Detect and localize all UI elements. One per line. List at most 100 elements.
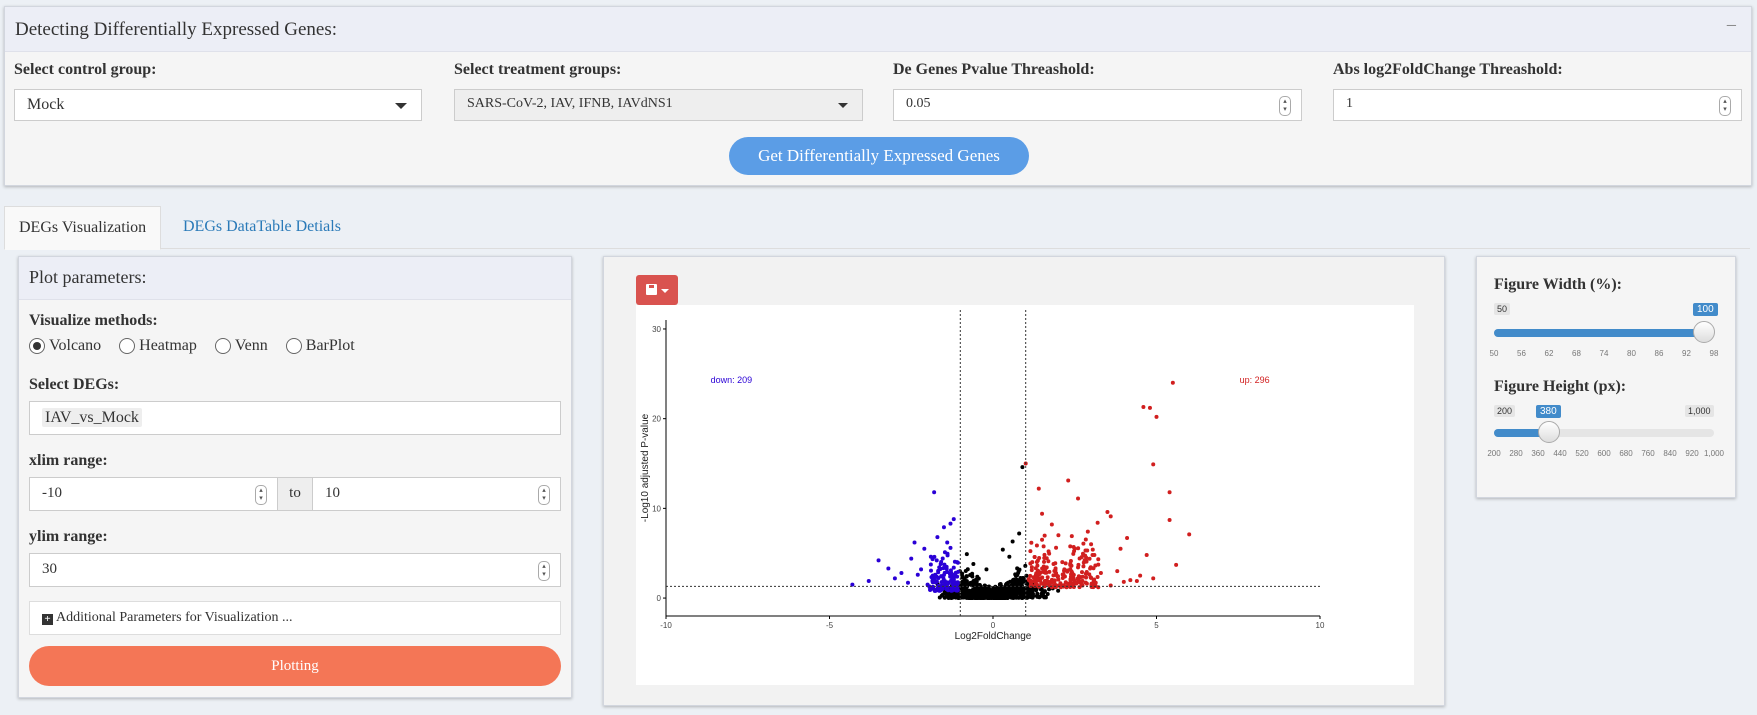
up-point (1085, 529, 1090, 534)
slider-tick-label: 50 (1489, 349, 1499, 358)
x-axis-label: Log2FoldChange (955, 631, 1032, 642)
ns-point (1024, 573, 1029, 578)
ns-point (1028, 594, 1033, 599)
ns-point (1018, 575, 1023, 580)
ylim-input[interactable]: 30 ▴ ▾ (29, 553, 561, 587)
up-point (1108, 583, 1113, 588)
up-point (1076, 546, 1081, 551)
up-point (1053, 561, 1058, 566)
up-point (1098, 570, 1103, 575)
tab-degs-visualization[interactable]: DEGs Visualization (4, 206, 162, 250)
get-degs-button[interactable]: Get Differentially Expressed Genes (729, 137, 1029, 175)
xlim-max-input[interactable]: 10 ▴ ▾ (312, 477, 561, 511)
up-point (1054, 573, 1059, 578)
up-point (1128, 578, 1133, 583)
width-min-label: 50 (1494, 303, 1511, 315)
ns-point (981, 594, 986, 599)
plot-parameters-header: Plot parameters: (19, 257, 571, 300)
slider-tick-label: 760 (1641, 449, 1655, 458)
slider-tick-label: 520 (1575, 449, 1589, 458)
up-point (1042, 533, 1047, 538)
ns-point (1028, 588, 1033, 593)
radio-label: Volcano (49, 337, 102, 354)
spinner-icon[interactable]: ▴ ▾ (1719, 96, 1731, 116)
additional-parameters-toggle[interactable]: + Additional Parameters for Visualization… (29, 601, 561, 635)
radio-barplot[interactable]: BarPlot (285, 337, 355, 355)
collapse-icon[interactable]: − (1726, 15, 1737, 38)
figure-width-slider[interactable] (1494, 321, 1715, 343)
spinner-icon[interactable]: ▴ ▾ (255, 485, 267, 505)
down-point (951, 565, 956, 570)
plot-background (636, 305, 1414, 685)
up-point (1033, 566, 1038, 571)
figure-height-slider[interactable] (1494, 421, 1714, 443)
xlim-max-value: 10 (325, 485, 340, 501)
control-group-select[interactable]: Mock (14, 89, 422, 121)
up-point (1068, 544, 1073, 549)
plot-output-panel: -10 -5 0 5 10 0 10 20 30 Log2FoldChange -Log10 adj… (603, 256, 1445, 706)
ylim-range-label: ylim range: (29, 528, 108, 545)
select-degs-label: Select DEGs: (29, 376, 120, 393)
treatment-groups-select[interactable]: SARS-CoV-2, IAV, IFNB, IAVdNS1 (454, 89, 863, 121)
y-tick-label: 20 (652, 415, 661, 424)
slider-tick-label: 1,000 (1703, 449, 1725, 458)
slider-tick-label: 920 (1685, 449, 1699, 458)
ns-point (946, 593, 951, 598)
ns-point (1017, 567, 1022, 572)
select-degs-input[interactable]: IAV_vs_Mock (29, 401, 561, 435)
up-point (1079, 581, 1084, 586)
up-point (1092, 577, 1097, 582)
slider-tick-label: 74 (1599, 349, 1609, 358)
up-point (1071, 584, 1076, 589)
up-point (1096, 585, 1101, 590)
up-point (1151, 576, 1156, 581)
ns-point (971, 561, 976, 566)
x-tick-label: 0 (991, 621, 996, 630)
down-point (937, 565, 942, 570)
ns-point (1018, 586, 1023, 591)
radio-label: Heatmap (139, 337, 197, 354)
down-point (945, 540, 950, 545)
spinner-icon[interactable]: ▴ ▾ (1279, 96, 1291, 116)
plotting-button[interactable]: Plotting (29, 646, 561, 686)
up-point (1068, 577, 1073, 582)
up-point (1034, 543, 1039, 548)
y-axis-label: -Log10 adjusted P-value (640, 413, 651, 522)
save-plot-button[interactable] (636, 275, 678, 305)
up-point (1081, 541, 1086, 546)
tab-bar: DEGs Visualization DEGs DataTable Detial… (4, 206, 1750, 250)
xlim-min-input[interactable]: -10 ▴ ▾ (29, 477, 278, 511)
up-point (1115, 569, 1120, 574)
pvalue-threshold-input[interactable]: 0.05 ▴ ▾ (893, 89, 1302, 121)
up-point (1138, 573, 1143, 578)
up-point (1026, 578, 1031, 583)
radio-venn[interactable]: Venn (214, 337, 268, 355)
slider-tick-label: 86 (1654, 349, 1664, 358)
radio-unchecked-icon (214, 338, 231, 355)
ns-point (1010, 539, 1015, 544)
height-min-label: 200 (1494, 405, 1516, 417)
figure-width-slider-handle[interactable] (1693, 321, 1715, 343)
spinner-icon[interactable]: ▴ ▾ (538, 485, 550, 505)
spinner-icon[interactable]: ▴ ▾ (538, 561, 550, 581)
down-point (935, 535, 940, 540)
figure-width-slider-fill (1494, 329, 1704, 337)
up-point (1079, 570, 1084, 575)
tab-degs-datatable[interactable]: DEGs DataTable Detials (169, 206, 355, 248)
down-point (951, 517, 956, 522)
slider-tick-label: 98 (1709, 349, 1719, 358)
radio-volcano[interactable]: Volcano (29, 337, 102, 355)
down-point (941, 572, 946, 577)
up-point (1080, 574, 1085, 579)
figure-height-slider-handle[interactable] (1538, 421, 1560, 443)
ns-point (994, 589, 999, 594)
slider-tick-label: 56 (1517, 349, 1526, 358)
up-point (1056, 533, 1061, 538)
up-point (1066, 478, 1071, 483)
lfc-threshold-input[interactable]: 1 ▴ ▾ (1333, 89, 1742, 121)
down-point (953, 570, 958, 575)
ns-point (989, 595, 994, 600)
figure-height-slider-fill (1494, 429, 1544, 437)
up-point (1089, 584, 1094, 589)
radio-heatmap[interactable]: Heatmap (119, 337, 197, 355)
